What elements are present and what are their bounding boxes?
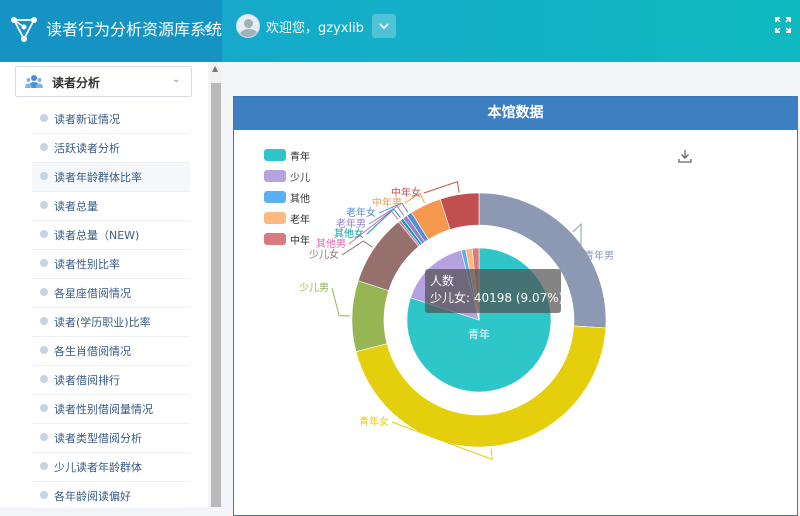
inner-slice-label: 青年	[468, 327, 490, 341]
label-leader-line	[341, 240, 373, 256]
bullet-icon	[40, 317, 48, 325]
sidebar-item-label: 各星座借阅情况	[54, 287, 131, 300]
avatar[interactable]	[236, 14, 260, 38]
chevron-down-icon	[379, 23, 389, 30]
sidebar-item-label: 读者总量	[54, 200, 98, 213]
sidebar-item[interactable]: 读者类型借阅分析	[32, 424, 190, 453]
sidebar-item[interactable]: 读者性别借阅量情况	[32, 395, 190, 424]
sidebar-item-label: 读者(学历职业)比率	[54, 316, 151, 329]
outer-slice-label: 中年女	[391, 186, 421, 199]
bullet-icon	[40, 346, 48, 354]
menu-list: 读者新证情况 活跃读者分析读者年龄群体比率 读者总量读者总量（NEW) 读者性别比率各…	[32, 105, 190, 511]
sidebar-item[interactable]: 读者年龄群体比率	[32, 163, 190, 192]
sidebar-item-label: 各年龄阅读偏好	[54, 490, 131, 503]
logo-icon	[11, 17, 37, 42]
outer-slice-label: 青年女	[359, 415, 389, 428]
bullet-icon	[40, 201, 48, 209]
chart-tooltip: 人数 少儿女: 40198 (9.07%)	[425, 269, 564, 313]
bullet-icon	[40, 375, 48, 383]
sidebar-collapse-icon[interactable]: ‹	[203, 18, 209, 36]
scroll-up-arrow-icon[interactable]: ▲	[212, 64, 218, 73]
sidebar-item[interactable]: 读者总量	[32, 192, 190, 221]
tooltip-value: 少儿女: 40198 (9.07%)	[430, 291, 564, 305]
users-icon	[25, 75, 43, 88]
bullet-icon	[40, 259, 48, 267]
sidebar-item-label: 活跃读者分析	[54, 142, 120, 155]
sidebar-item-label: 读者类型借阅分析	[54, 432, 142, 445]
app-title: 读者行为分析资源库系统	[46, 20, 223, 39]
label-leader-line	[423, 181, 460, 194]
bullet-icon	[40, 462, 48, 470]
sidebar-item-label: 读者新证情况	[54, 113, 120, 126]
sidebar-item[interactable]: 读者总量（NEW)	[32, 221, 190, 250]
user-dropdown-button[interactable]	[371, 14, 396, 38]
sidebar-item-label: 各生肖借阅情况	[54, 345, 131, 358]
menu-group-reader-analysis[interactable]: 读者分析 ⌄	[15, 66, 192, 97]
fullscreen-icon[interactable]	[775, 17, 791, 33]
sidebar-item-label: 读者年龄群体比率	[54, 171, 142, 184]
outer-slice[interactable]	[351, 280, 390, 352]
scrollbar-thumb[interactable]	[211, 83, 221, 507]
sidebar-item[interactable]: 读者借阅排行	[32, 366, 190, 395]
bullet-icon	[40, 172, 48, 180]
bullet-icon	[40, 114, 48, 122]
bullet-icon	[40, 288, 48, 296]
welcome-text: 欢迎您，gzyxlib	[266, 20, 364, 36]
sidebar-item-label: 读者性别借阅量情况	[54, 403, 153, 416]
sidebar-item[interactable]: 各生肖借阅情况	[32, 337, 190, 366]
sidebar-item[interactable]: 读者(学历职业)比率	[32, 308, 190, 337]
user-menu[interactable]: 欢迎您，gzyxlib	[236, 13, 396, 39]
sidebar-item[interactable]: 各星座借阅情况	[32, 279, 190, 308]
sidebar-item[interactable]: 读者性别比率	[32, 250, 190, 279]
sidebar-item[interactable]: 读者新证情况	[32, 105, 190, 134]
sidebar-item-label: 读者性别比率	[54, 258, 120, 271]
bullet-icon	[40, 404, 48, 412]
sidebar-item-label: 读者总量（NEW)	[54, 229, 140, 242]
sidebar-item[interactable]: 活跃读者分析	[32, 134, 190, 163]
chart-panel: 本馆数据 青年 少儿 其他 老年 中年 青年 青年男 青年女 少儿男 少儿女 其他男 其他女 老年男老…	[233, 96, 798, 516]
bullet-icon	[40, 230, 48, 238]
sidebar-item-label: 少儿读者年龄群体	[54, 461, 142, 474]
top-bar: 读者行为分析资源库系统 ‹ 欢迎您，gzyxlib	[0, 0, 800, 62]
menu-group-label: 读者分析	[52, 76, 101, 90]
tooltip-series: 人数	[430, 274, 455, 288]
outer-slice-label: 青年男	[584, 249, 614, 262]
bullet-icon	[40, 491, 48, 499]
sidebar: 读者分析 ⌄ 读者新证情况 活跃读者分析读者年龄群体比率 读者总量读者总量（NEW)…	[0, 62, 208, 511]
sidebar-item[interactable]: 少儿读者年龄群体	[32, 453, 190, 482]
brand: 读者行为分析资源库系统 ‹	[0, 0, 222, 62]
sidebar-item-label: 读者借阅排行	[54, 374, 120, 387]
bullet-icon	[40, 143, 48, 151]
bullet-icon	[40, 433, 48, 441]
label-leader-line	[331, 287, 351, 317]
chevron-down-icon: ⌄	[172, 74, 181, 85]
outer-slice-label: 少儿男	[299, 282, 329, 294]
